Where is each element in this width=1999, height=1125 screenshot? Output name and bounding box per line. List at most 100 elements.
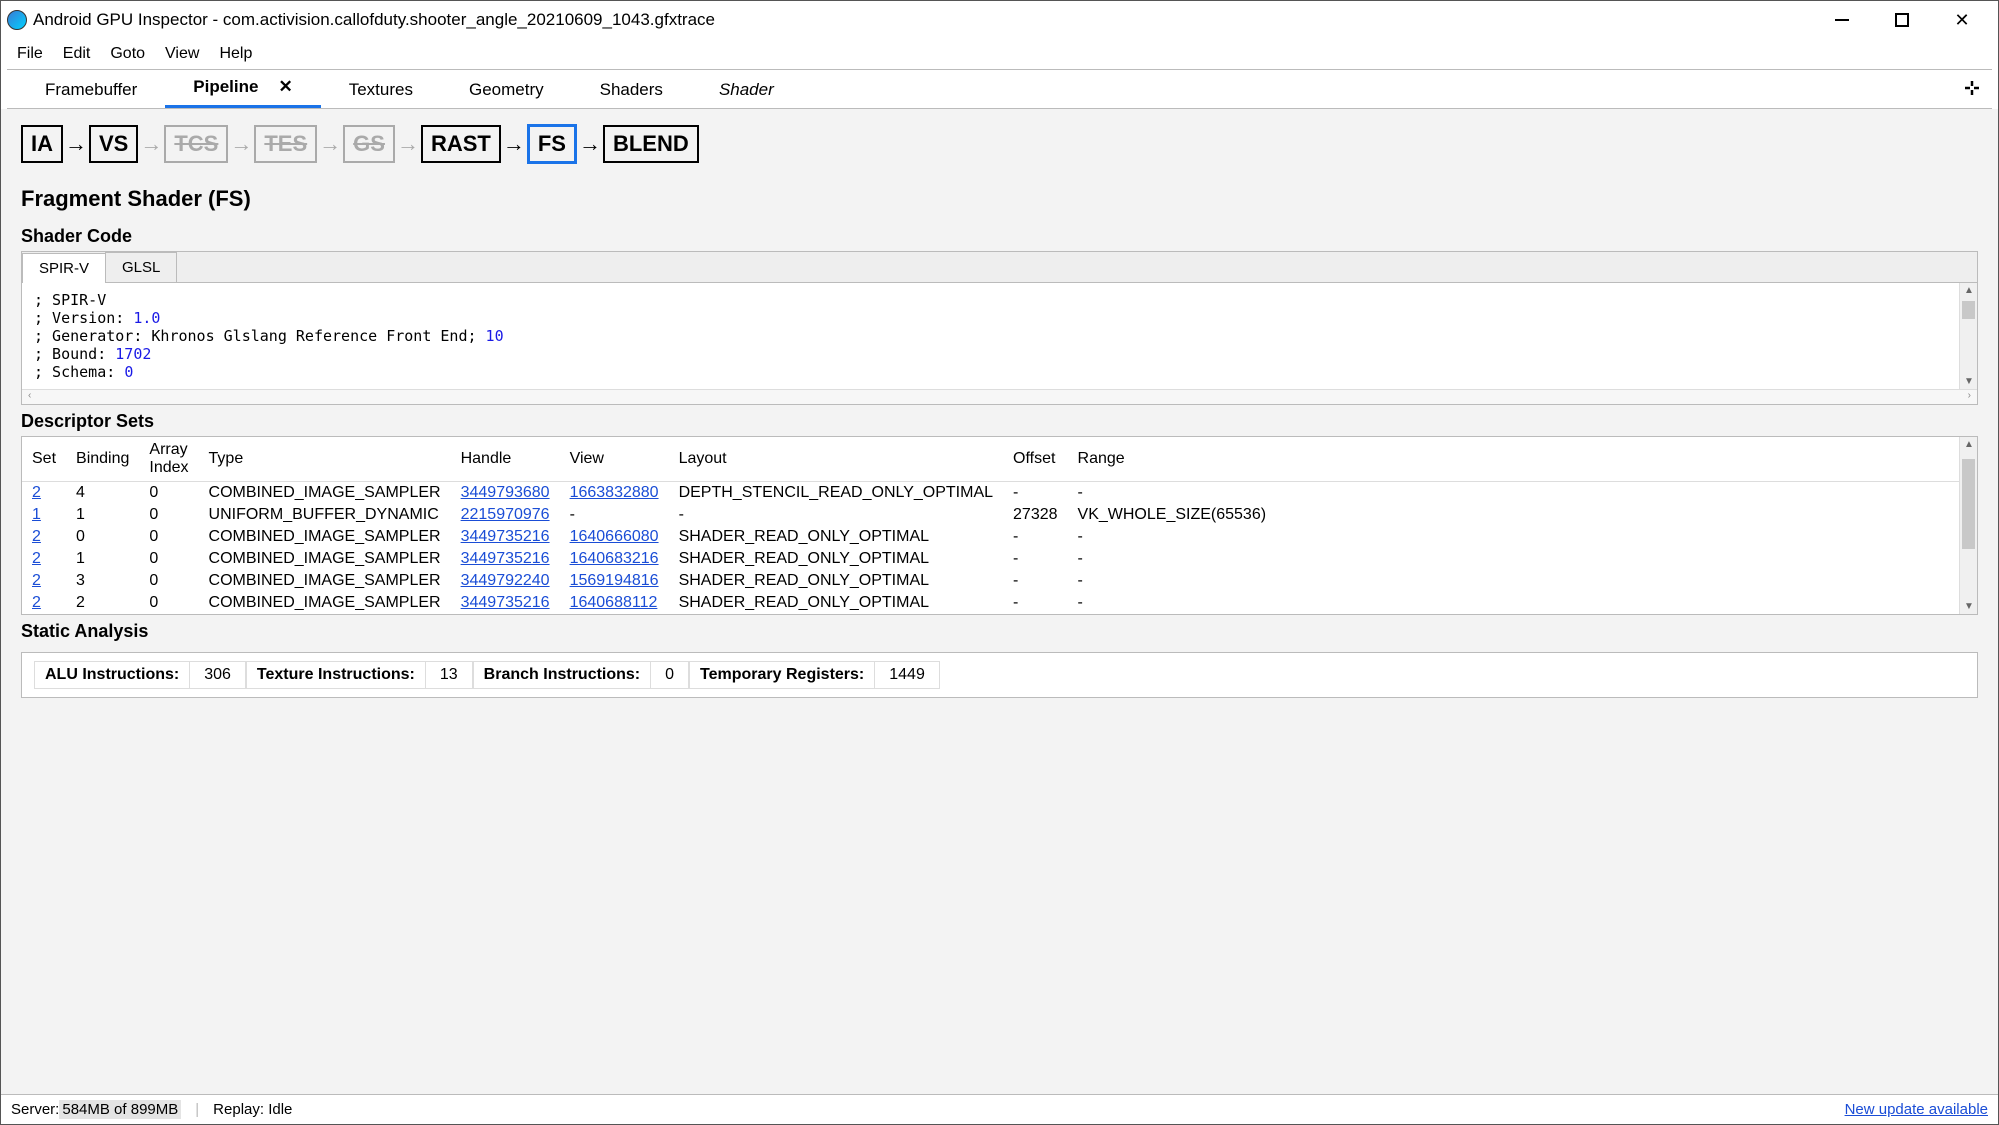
tabbar: Framebuffer Pipeline✕ Textures Geometry … [7,69,1992,109]
menu-file[interactable]: File [7,41,53,67]
cell-handle[interactable]: 3449735216 [451,526,560,548]
stage-vs[interactable]: VS [89,125,138,163]
cell-view-link[interactable]: 1640688112 [570,594,658,611]
cell-handle-link[interactable]: 3449792240 [461,572,550,589]
cell-set-link[interactable]: 1 [32,506,41,523]
cell-array-index: 0 [139,482,198,505]
tab-close-icon[interactable]: ✕ [278,77,292,97]
cell-view[interactable]: 1663832880 [560,482,669,505]
code-hscrollbar[interactable]: ‹› [22,389,1977,404]
cell-view-link[interactable]: 1663832880 [570,484,659,501]
cell-set[interactable]: 2 [22,526,66,548]
table-row[interactable]: 240COMBINED_IMAGE_SAMPLER344979368016638… [22,482,1977,505]
col-view[interactable]: View [560,437,669,482]
stage-gs[interactable]: GS [343,125,395,163]
cell-binding: 1 [66,504,139,526]
cell-layout: - [669,504,1003,526]
scroll-thumb[interactable] [1962,459,1975,549]
table-row[interactable]: 230COMBINED_IMAGE_SAMPLER344979224015691… [22,570,1977,592]
stage-fs[interactable]: FS [527,124,577,164]
cell-handle[interactable]: 2215970976 [451,504,560,526]
descriptor-sets-heading: Descriptor Sets [11,405,1988,436]
status-server-value: 584MB of 899MB [59,1100,181,1119]
shader-code-heading: Shader Code [11,220,1988,251]
cell-view[interactable]: 1640683216 [560,548,669,570]
cell-handle[interactable]: 3449792240 [451,570,560,592]
col-offset[interactable]: Offset [1003,437,1068,482]
table-vscrollbar[interactable]: ▲▼ [1959,437,1977,614]
cell-set[interactable]: 2 [22,482,66,505]
minimize-button[interactable] [1812,1,1872,39]
stage-ia[interactable]: IA [21,125,63,163]
table-row[interactable]: 110UNIFORM_BUFFER_DYNAMIC2215970976--273… [22,504,1977,526]
col-range[interactable]: Range [1068,437,1277,482]
table-row[interactable]: 200COMBINED_IMAGE_SAMPLER344973521616406… [22,526,1977,548]
tab-textures[interactable]: Textures [321,72,441,108]
cell-layout: SHADER_READ_ONLY_OPTIMAL [669,526,1003,548]
cell-handle-link[interactable]: 3449735216 [461,528,550,545]
static-analysis-panel: ALU Instructions:306 Texture Instruction… [21,652,1978,698]
stage-tes[interactable]: TES [254,125,317,163]
cell-view-link[interactable]: 1640683216 [570,550,659,567]
menu-edit[interactable]: Edit [53,41,101,67]
code-vscrollbar[interactable]: ▲▼ [1959,283,1977,389]
col-handle[interactable]: Handle [451,437,560,482]
tab-geometry[interactable]: Geometry [441,72,572,108]
arrow-icon: → [577,131,603,157]
cell-handle-link[interactable]: 2215970976 [461,506,550,523]
stage-rast[interactable]: RAST [421,125,501,163]
tab-shader[interactable]: Shader [691,72,802,108]
cell-handle-link[interactable]: 3449793680 [461,484,550,501]
update-link[interactable]: New update available [1845,1101,1988,1118]
code-text[interactable]: ; SPIR-V ; Version: 1.0 ; Generator: Khr… [22,283,1977,389]
col-set[interactable]: Set [22,437,66,482]
stage-blend[interactable]: BLEND [603,125,699,163]
cell-view[interactable]: 1640688112 [560,592,669,614]
stage-tcs[interactable]: TCS [164,125,228,163]
cell-set[interactable]: 2 [22,548,66,570]
table-row[interactable]: 220COMBINED_IMAGE_SAMPLER344973521616406… [22,592,1977,614]
cell-handle-link[interactable]: 3449735216 [461,550,550,567]
cell-view-link[interactable]: 1640666080 [570,528,659,545]
cell-set-link[interactable]: 2 [32,484,41,501]
cell-view[interactable]: 1640666080 [560,526,669,548]
tab-pipeline[interactable]: Pipeline✕ [165,69,320,108]
collapse-icon[interactable] [1962,78,1982,103]
cell-view[interactable]: 1569194816 [560,570,669,592]
col-array-index[interactable]: Array Index [139,437,198,482]
cell-view-link[interactable]: 1569194816 [570,572,659,589]
status-separator: | [195,1101,199,1118]
cell-handle[interactable]: 3449735216 [451,548,560,570]
menu-goto[interactable]: Goto [100,41,155,67]
menu-view[interactable]: View [155,41,209,67]
cell-set[interactable]: 2 [22,592,66,614]
cell-offset: - [1003,592,1068,614]
menu-help[interactable]: Help [209,41,262,67]
tab-framebuffer[interactable]: Framebuffer [17,72,165,108]
cell-set-link[interactable]: 2 [32,594,41,611]
scroll-thumb[interactable] [1962,301,1975,319]
cell-set-link[interactable]: 2 [32,550,41,567]
col-layout[interactable]: Layout [669,437,1003,482]
cell-set-link[interactable]: 2 [32,572,41,589]
arrow-icon: → [138,131,164,157]
tab-shaders[interactable]: Shaders [572,72,691,108]
code-tab-glsl[interactable]: GLSL [105,252,177,282]
col-binding[interactable]: Binding [66,437,139,482]
code-tab-spirv[interactable]: SPIR-V [22,253,106,283]
cell-set-link[interactable]: 2 [32,528,41,545]
cell-handle-link[interactable]: 3449735216 [461,594,550,611]
col-type[interactable]: Type [199,437,451,482]
cell-offset: - [1003,548,1068,570]
maximize-button[interactable] [1872,1,1932,39]
table-row[interactable]: 210COMBINED_IMAGE_SAMPLER344973521616406… [22,548,1977,570]
cell-handle[interactable]: 3449793680 [451,482,560,505]
close-button[interactable] [1932,1,1992,39]
cell-view[interactable]: - [560,504,669,526]
page-heading: Fragment Shader (FS) [11,174,1988,220]
cell-set[interactable]: 2 [22,570,66,592]
titlebar: Android GPU Inspector - com.activision.c… [1,1,1998,39]
window-title: Android GPU Inspector - com.activision.c… [33,10,715,30]
cell-set[interactable]: 1 [22,504,66,526]
cell-handle[interactable]: 3449735216 [451,592,560,614]
